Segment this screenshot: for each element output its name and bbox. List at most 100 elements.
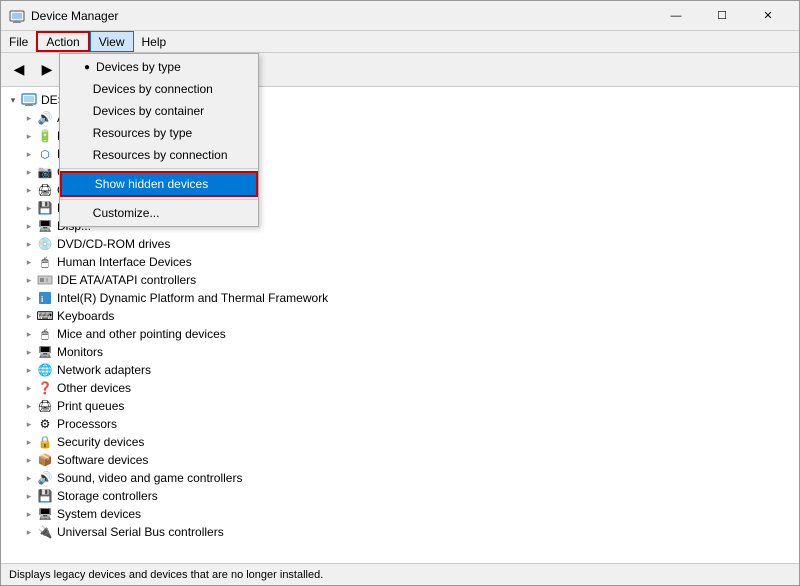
expander[interactable]: ▸: [21, 524, 37, 540]
other-icon: ❓: [37, 380, 53, 396]
item-label: Other devices: [57, 381, 131, 395]
menu-item-show-hidden[interactable]: Show hidden devices: [60, 171, 258, 197]
item-label: Security devices: [57, 435, 144, 449]
menu-separator-1: [60, 168, 258, 169]
item-label: Intel(R) Dynamic Platform and Thermal Fr…: [57, 291, 328, 305]
display-icon: 🖥: [37, 218, 53, 234]
close-button[interactable]: ✕: [745, 1, 791, 31]
tree-item-monitors[interactable]: ▸ 🖥 Monitors: [1, 343, 799, 361]
expander[interactable]: ▸: [21, 218, 37, 234]
maximize-button[interactable]: ☐: [699, 1, 745, 31]
expander[interactable]: ▸: [21, 452, 37, 468]
tree-item-security[interactable]: ▸ 🔒 Security devices: [1, 433, 799, 451]
processor-icon: ⚙: [37, 416, 53, 432]
tree-item-hid[interactable]: ▸ 🖱 Human Interface Devices: [1, 253, 799, 271]
tree-item-print[interactable]: ▸ 🖨 Print queues: [1, 397, 799, 415]
root-expander[interactable]: ▾: [5, 92, 21, 108]
expander[interactable]: ▸: [21, 272, 37, 288]
item-label: Software devices: [57, 453, 148, 467]
expander[interactable]: ▸: [21, 128, 37, 144]
usb-icon: 🔌: [37, 524, 53, 540]
tree-item-sound[interactable]: ▸ 🔊 Sound, video and game controllers: [1, 469, 799, 487]
sound-icon: 🔊: [37, 470, 53, 486]
expander[interactable]: ▸: [21, 254, 37, 270]
menu-view[interactable]: View: [90, 31, 134, 52]
item-label: Print queues: [57, 399, 124, 413]
item-label: Keyboards: [57, 309, 114, 323]
monitor-icon: 🖥: [37, 344, 53, 360]
menu-item-customize[interactable]: Customize...: [60, 202, 258, 224]
expander[interactable]: ▸: [21, 362, 37, 378]
tree-item-processors[interactable]: ▸ ⚙ Processors: [1, 415, 799, 433]
menu-action[interactable]: Action: [36, 31, 89, 52]
no-check: [84, 84, 87, 95]
menu-item-resources-by-type[interactable]: Resources by type: [60, 122, 258, 144]
intel-icon: i: [37, 290, 53, 306]
window-title: Device Manager: [31, 9, 653, 23]
expander[interactable]: ▸: [21, 110, 37, 126]
expander[interactable]: ▸: [21, 434, 37, 450]
menu-file[interactable]: File: [1, 31, 36, 52]
tree-item-system[interactable]: ▸ 🖥 System devices: [1, 505, 799, 523]
item-label: DVD/CD-ROM drives: [57, 237, 170, 251]
tree-item-intel[interactable]: ▸ i Intel(R) Dynamic Platform and Therma…: [1, 289, 799, 307]
tree-item-usb[interactable]: ▸ 🔌 Universal Serial Bus controllers: [1, 523, 799, 541]
expander[interactable]: ▸: [21, 146, 37, 162]
computer-icon: [21, 92, 37, 108]
expander[interactable]: ▸: [21, 236, 37, 252]
expander[interactable]: ▸: [21, 380, 37, 396]
menu-item-by-connection[interactable]: Devices by connection: [60, 78, 258, 100]
camera-icon: 📷: [37, 164, 53, 180]
disk-icon: 💾: [37, 200, 53, 216]
expander[interactable]: ▸: [21, 488, 37, 504]
minimize-button[interactable]: —: [653, 1, 699, 31]
expander[interactable]: ▸: [21, 326, 37, 342]
expander[interactable]: ▸: [21, 164, 37, 180]
expander[interactable]: ▸: [21, 344, 37, 360]
item-label: Mice and other pointing devices: [57, 327, 226, 341]
tree-item-keyboards[interactable]: ▸ ⌨ Keyboards: [1, 307, 799, 325]
tree-item-software[interactable]: ▸ 📦 Software devices: [1, 451, 799, 469]
forward-button[interactable]: ▶: [33, 57, 61, 83]
tree-item-mice[interactable]: ▸ 🖱 Mice and other pointing devices: [1, 325, 799, 343]
menu-item-by-container[interactable]: Devices by container: [60, 100, 258, 122]
software-icon: 📦: [37, 452, 53, 468]
menu-help[interactable]: Help: [134, 31, 175, 52]
tree-item-other[interactable]: ▸ ❓ Other devices: [1, 379, 799, 397]
window-controls: — ☐ ✕: [653, 1, 791, 31]
expander[interactable]: ▸: [21, 470, 37, 486]
menu-item-resources-by-connection[interactable]: Resources by connection: [60, 144, 258, 166]
dvd-icon: 💿: [37, 236, 53, 252]
menu-bar: File Action View Help ● Devices by type …: [1, 31, 799, 53]
view-dropdown-menu: ● Devices by type Devices by connection …: [59, 53, 259, 227]
title-bar: Device Manager — ☐ ✕: [1, 1, 799, 31]
system-icon: 🖥: [37, 506, 53, 522]
device-manager-window: Device Manager — ☐ ✕ File Action View He…: [0, 0, 800, 586]
expander[interactable]: ▸: [21, 308, 37, 324]
expander[interactable]: ▸: [21, 200, 37, 216]
item-label: IDE ATA/ATAPI controllers: [57, 273, 196, 287]
expander[interactable]: ▸: [21, 506, 37, 522]
back-button[interactable]: ◀: [5, 57, 33, 83]
tree-item-dvd[interactable]: ▸ 💿 DVD/CD-ROM drives: [1, 235, 799, 253]
tree-item-network[interactable]: ▸ 🌐 Network adapters: [1, 361, 799, 379]
com-icon: 🖨: [37, 182, 53, 198]
expander[interactable]: ▸: [21, 416, 37, 432]
item-label: Processors: [57, 417, 117, 431]
network-icon: 🌐: [37, 362, 53, 378]
item-label: System devices: [57, 507, 141, 521]
tree-item-ide[interactable]: ▸ IDE ATA/ATAPI controllers: [1, 271, 799, 289]
item-label: Network adapters: [57, 363, 151, 377]
keyboard-icon: ⌨: [37, 308, 53, 324]
status-text: Displays legacy devices and devices that…: [9, 569, 323, 581]
audio-icon: 🔊: [37, 110, 53, 126]
menu-item-by-type[interactable]: ● Devices by type: [60, 56, 258, 78]
expander[interactable]: ▸: [21, 398, 37, 414]
security-icon: 🔒: [37, 434, 53, 450]
tree-item-storage[interactable]: ▸ 💾 Storage controllers: [1, 487, 799, 505]
expander[interactable]: ▸: [21, 182, 37, 198]
storage-icon: 💾: [37, 488, 53, 504]
hid-icon: 🖱: [37, 254, 53, 270]
expander[interactable]: ▸: [21, 290, 37, 306]
item-label: Sound, video and game controllers: [57, 471, 242, 485]
